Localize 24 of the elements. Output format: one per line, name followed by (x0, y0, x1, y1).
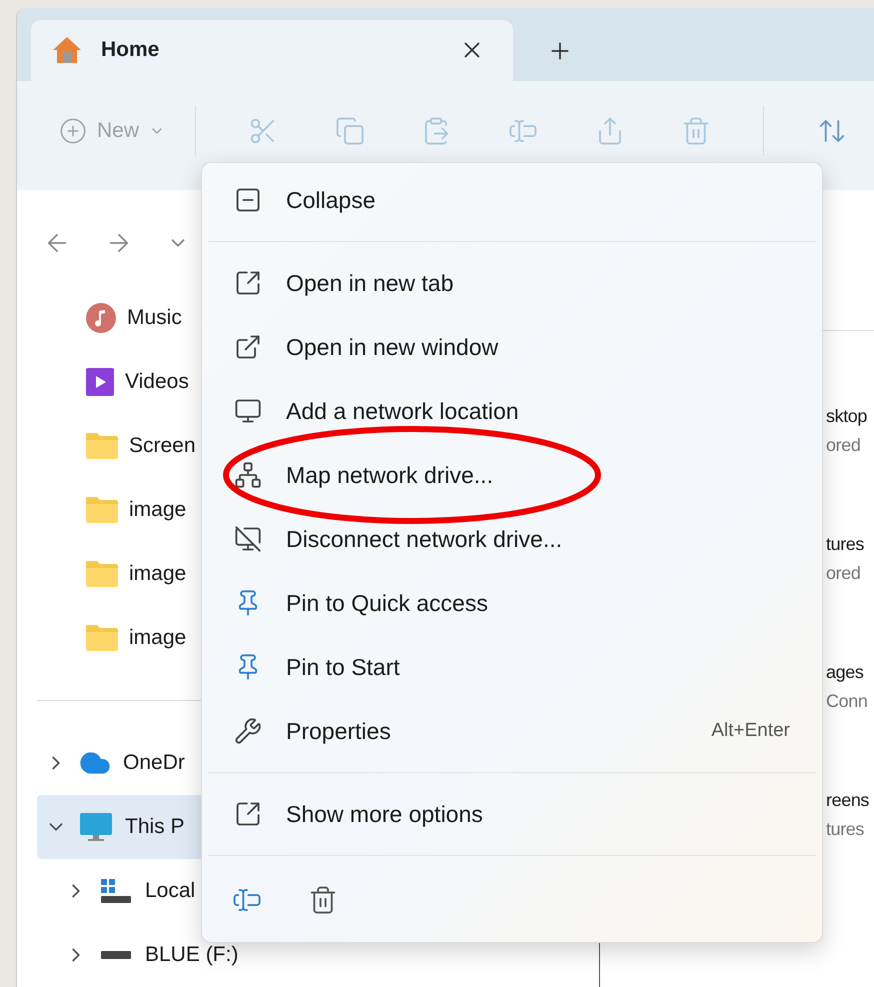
menu-item-label: Collapse (286, 186, 376, 214)
shortcut-text: Alt+Enter (711, 720, 790, 742)
tree-label: This P (125, 815, 185, 839)
item-name: reens (826, 790, 870, 811)
tree-label: BLUE (F:) (145, 943, 238, 967)
menu-item-label: Pin to Quick access (286, 590, 489, 616)
tree-label: OneDr (123, 751, 185, 775)
menu-item-label: Disconnect network drive... (286, 526, 564, 552)
item-name: sktop (826, 406, 868, 427)
menu-item-label: Open in new tab (286, 270, 455, 296)
tree-label: Local (145, 879, 196, 903)
menu-item-label: Properties (286, 718, 392, 744)
tab-label: Home (101, 38, 160, 62)
item-detail: ored (826, 435, 862, 456)
item-detail: tures (826, 819, 866, 840)
item-name: tures (826, 534, 866, 555)
menu-item-label: Open in new window (286, 334, 500, 360)
menu-item-label: Show more options (286, 800, 484, 828)
item-detail: Conn (826, 691, 868, 712)
item-name: ages (826, 662, 864, 683)
menu-item-label: Pin to Start (286, 654, 401, 680)
menu-item-label: Map network drive... (286, 462, 494, 488)
item-detail: ored (826, 563, 862, 584)
menu-item-label: Add a network location (286, 398, 520, 424)
